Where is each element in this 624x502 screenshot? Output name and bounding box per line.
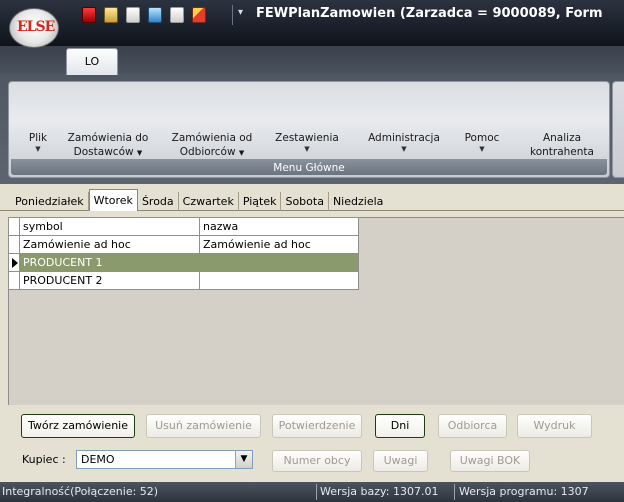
menu-zamowienia-do-dostawcow-button[interactable]: Zamówienia do Dostawców ▼: [61, 131, 155, 160]
table-row-selected[interactable]: PRODUCENT 1: [8, 253, 359, 272]
ribbon-group-menu: Plik ▼ Zamówienia do Dostawców ▼ Zamówie…: [8, 81, 610, 178]
red-save-icon[interactable]: [82, 7, 96, 23]
logo-text: ELSE: [17, 19, 55, 35]
menu-plik-button[interactable]: Plik ▼: [23, 131, 53, 154]
ribbon-tab-lo[interactable]: LO: [66, 48, 118, 75]
table-row[interactable]: Zamówienie ad hoc Zamówienie ad hoc: [8, 235, 359, 254]
tab-niedziela[interactable]: Niedziela: [329, 192, 387, 211]
cell-symbol[interactable]: PRODUCENT 1: [19, 253, 200, 272]
menu-label-line2-text: Dostawców: [73, 146, 134, 158]
menu-pomoc-button[interactable]: Pomoc ▼: [457, 131, 507, 154]
create-order-button[interactable]: Twórz zamówienie: [21, 414, 135, 438]
chart-icon[interactable]: [192, 7, 206, 23]
recipient-button[interactable]: Odbiorca: [438, 414, 507, 438]
status-separator: [316, 484, 317, 500]
current-row-arrow-icon: [12, 257, 18, 268]
chevron-down-icon: ▼: [35, 145, 41, 153]
menu-analiza-kontrahenta-button[interactable]: Analiza kontrahenta: [524, 131, 600, 159]
cell-symbol[interactable]: PRODUCENT 2: [19, 271, 200, 290]
tab-wtorek[interactable]: Wtorek: [88, 189, 138, 211]
print-button[interactable]: Wydruk: [517, 414, 592, 438]
cell-nazwa[interactable]: Zamówienie ad hoc: [199, 235, 359, 254]
cell-nazwa[interactable]: [199, 253, 359, 272]
chevron-down-icon: ▼: [238, 149, 245, 157]
status-app-version: Wersja programu: 1307: [459, 485, 589, 498]
grid-header-row: symbol nazwa: [8, 217, 359, 236]
orders-grid: symbol nazwa Zamówienie ad hoc Zamówieni…: [8, 217, 359, 290]
ribbon-overflow: [612, 81, 624, 178]
delete-order-button[interactable]: Usuń zamówienie: [146, 414, 261, 438]
document-icon[interactable]: [126, 7, 140, 23]
table-row[interactable]: PRODUCENT 2: [8, 271, 359, 290]
menu-label-line1: Analiza: [542, 132, 582, 144]
row-indicator[interactable]: [8, 235, 20, 254]
days-button[interactable]: Dni: [375, 414, 425, 438]
day-tabs: Poniedziałek Wtorek Środa Czwartek Piąte…: [11, 189, 387, 211]
column-header-symbol[interactable]: symbol: [19, 217, 200, 236]
row-indicator-header: [8, 217, 20, 236]
menu-administracja-label: Administracja: [368, 132, 440, 144]
tab-sobota[interactable]: Sobota: [281, 192, 329, 211]
menu-zestawienia-button[interactable]: Zestawienia ▼: [265, 131, 349, 154]
menu-pomoc-label: Pomoc: [464, 132, 500, 144]
tab-czwartek[interactable]: Czwartek: [179, 192, 239, 211]
copy-icon[interactable]: [148, 7, 162, 23]
foreign-number-button[interactable]: Numer obcy: [272, 450, 362, 472]
quick-access-toolbar: [82, 7, 214, 23]
menu-label-line2: Dostawców ▼: [61, 145, 155, 160]
confirm-button[interactable]: Potwierdzenie: [272, 414, 362, 438]
toolbar-separator: [232, 5, 233, 25]
menu-label-line1: Zamówienia do: [67, 132, 149, 144]
status-bar: Integralność(Połączenie: 52) Wersja bazy…: [0, 482, 624, 502]
app-logo[interactable]: ELSE: [9, 8, 59, 48]
title-bar: ▾ FEWPlanZamowien (Zarzadca = 9000089, F…: [0, 0, 624, 46]
buyer-select-value: DEMO: [81, 453, 115, 466]
window-title: FEWPlanZamowien (Zarzadca = 9000089, For…: [256, 6, 603, 21]
notes-button[interactable]: Uwagi: [373, 450, 428, 472]
tab-poniedzialek[interactable]: Poniedziałek: [11, 192, 89, 211]
status-db-version: Wersja bazy: 1307.01: [320, 485, 439, 498]
cell-nazwa[interactable]: [199, 271, 359, 290]
status-separator: [454, 484, 455, 500]
status-integrity: Integralność(Połączenie: 52): [2, 485, 159, 498]
cell-symbol[interactable]: Zamówienie ad hoc: [19, 235, 200, 254]
chevron-down-icon: ▼: [304, 145, 310, 153]
ribbon-group-label: Menu Główne: [273, 162, 345, 174]
menu-plik-label: Plik: [28, 132, 48, 144]
row-indicator[interactable]: [8, 253, 20, 272]
quick-access-dropdown-icon[interactable]: ▾: [238, 7, 243, 18]
chevron-down-icon: ▼: [136, 149, 143, 157]
tab-piatek[interactable]: Piątek: [239, 192, 282, 211]
report-icon[interactable]: [170, 7, 184, 23]
tab-sroda[interactable]: Środa: [138, 192, 179, 211]
edit-icon[interactable]: [104, 7, 118, 23]
bok-notes-button[interactable]: Uwagi BOK: [450, 450, 530, 472]
chevron-down-icon[interactable]: ▼: [235, 451, 252, 468]
menu-label-line1: Zamówienia od: [171, 132, 253, 144]
chevron-down-icon: ▼: [479, 145, 485, 153]
row-indicator[interactable]: [8, 271, 20, 290]
menu-zestawienia-label: Zestawienia: [275, 132, 339, 144]
column-header-nazwa[interactable]: nazwa: [199, 217, 359, 236]
menu-label-line2: Odbiorców ▼: [167, 145, 257, 160]
menu-label-line2-text: Odbiorców: [179, 146, 236, 158]
ribbon: Plik ▼ Zamówienia do Dostawców ▼ Zamówie…: [0, 74, 624, 184]
buyer-select[interactable]: DEMO ▼: [76, 450, 253, 469]
menu-zamowienia-od-odbiorcow-button[interactable]: Zamówienia od Odbiorców ▼: [167, 131, 257, 160]
menu-administracja-button[interactable]: Administracja ▼: [361, 131, 447, 154]
chevron-down-icon: ▼: [401, 145, 407, 153]
menu-label-line2: kontrahenta: [530, 146, 594, 158]
buyer-label: Kupiec :: [22, 453, 66, 466]
